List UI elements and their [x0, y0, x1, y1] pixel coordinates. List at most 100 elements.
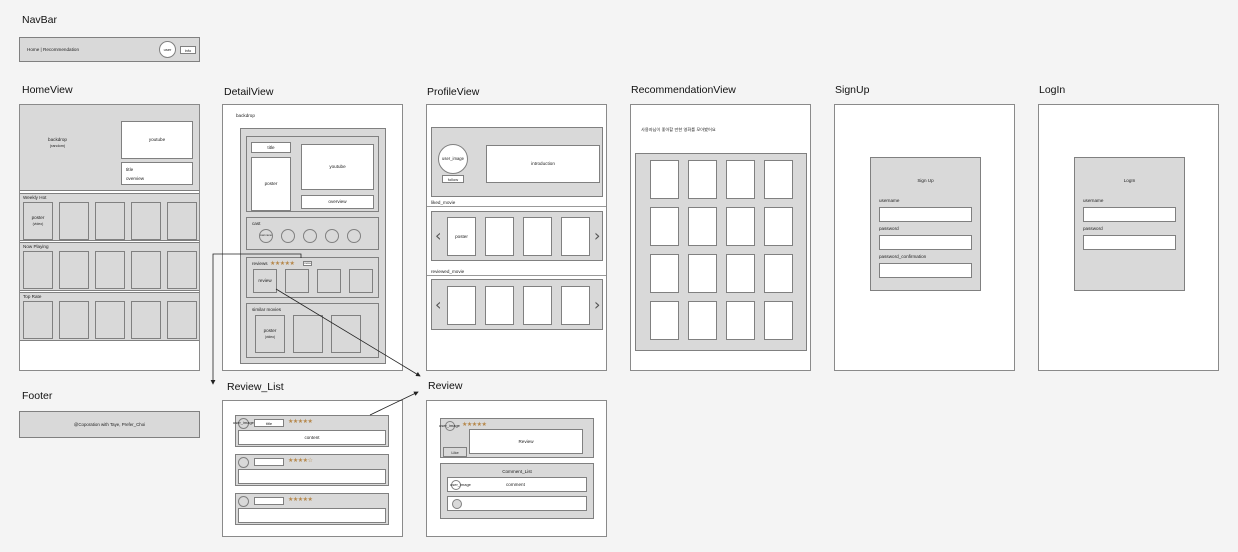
poster-card[interactable] — [23, 301, 53, 339]
recommended-movie-card[interactable] — [764, 207, 793, 246]
comment-list: Comment_List user_image comment — [440, 463, 594, 519]
comment-text: comment — [506, 482, 525, 487]
footer-bar: @Coporation with Taye, Prefer_Choi — [19, 411, 200, 438]
review-stars: ★★★★★ — [462, 422, 487, 428]
home-youtube[interactable]: youtube — [121, 121, 193, 159]
recommended-movie-card[interactable] — [726, 254, 755, 293]
cast-avatar[interactable] — [303, 229, 317, 243]
poster-card[interactable] — [131, 251, 161, 289]
detail-reviews-card: reviews ★★★★★ more review — [246, 257, 379, 298]
signup-form: Sign Up username password password_confi… — [870, 157, 981, 291]
poster-card[interactable] — [167, 202, 197, 240]
chevron-left-icon[interactable]: ‹ — [435, 297, 441, 313]
liked-poster[interactable] — [523, 217, 552, 256]
footer-title: Footer — [22, 390, 53, 402]
liked-poster[interactable] — [485, 217, 514, 256]
liked-poster[interactable]: poster — [447, 217, 476, 256]
poster-card[interactable]: poster (video) — [23, 202, 53, 240]
review-list-item[interactable]: ★★★★☆ — [235, 454, 389, 486]
info-button[interactable]: info — [180, 46, 196, 54]
like-button[interactable]: Like — [443, 447, 467, 457]
similar-poster[interactable]: poster (video) — [255, 315, 285, 353]
recommended-movie-card[interactable] — [688, 160, 717, 199]
username-input[interactable] — [1083, 207, 1176, 222]
home-view-title: HomeView — [22, 84, 73, 96]
review-card[interactable] — [317, 269, 341, 293]
similar-label: similar movies — [252, 307, 282, 312]
review-content-box: content — [238, 430, 386, 445]
user-avatar[interactable]: user — [159, 41, 176, 58]
navbar-frame: Home | Recommendation user info — [19, 37, 200, 62]
navbar-links[interactable]: Home | Recommendation — [27, 47, 79, 53]
recommended-movie-card[interactable] — [726, 207, 755, 246]
recommended-movie-card[interactable] — [650, 301, 679, 340]
review-list-frame: user_image title ★★★★★ content ★★★★☆ ★★★… — [222, 400, 403, 537]
recommendation-view-title: RecommendationView — [631, 84, 736, 96]
reviewed-poster[interactable] — [485, 286, 514, 325]
poster-card[interactable] — [59, 251, 89, 289]
recommended-movie-card[interactable] — [650, 254, 679, 293]
review-title-box — [254, 458, 284, 466]
recommendation-text: 사용자님이 좋아할 만한 영화를 모아봤어요 — [641, 127, 716, 132]
chevron-left-icon[interactable]: ‹ — [435, 228, 441, 244]
detail-youtube-box[interactable]: youtube — [301, 144, 374, 190]
username-input[interactable] — [879, 207, 972, 222]
password-input[interactable] — [1083, 235, 1176, 250]
profile-view-title: ProfileView — [427, 86, 480, 98]
poster-card[interactable] — [23, 251, 53, 289]
recommended-movie-card[interactable] — [764, 301, 793, 340]
recommended-movie-card[interactable] — [688, 301, 717, 340]
follow-button[interactable]: follow — [442, 175, 464, 183]
poster-card[interactable] — [59, 202, 89, 240]
recommended-movie-card[interactable] — [650, 160, 679, 199]
password-confirmation-input[interactable] — [879, 263, 972, 278]
comment-item — [447, 496, 587, 511]
home-overview-label: overview — [126, 176, 145, 181]
poster-card[interactable] — [167, 251, 197, 289]
review-card[interactable] — [285, 269, 309, 293]
poster-card[interactable] — [131, 202, 161, 240]
similar-poster[interactable] — [331, 315, 361, 353]
similar-poster[interactable] — [293, 315, 323, 353]
password-label: password — [1083, 226, 1103, 231]
recommended-movie-card[interactable] — [650, 207, 679, 246]
profile-view-frame: user_image follow introduction liked_mov… — [426, 104, 607, 371]
poster-card[interactable] — [95, 202, 125, 240]
poster-card[interactable] — [59, 301, 89, 339]
reviewed-poster[interactable] — [561, 286, 590, 325]
cast-avatar[interactable] — [347, 229, 361, 243]
recommended-movie-card[interactable] — [726, 301, 755, 340]
more-button[interactable]: more — [303, 261, 312, 266]
cast-avatar[interactable] — [281, 229, 295, 243]
chevron-right-icon[interactable]: › — [594, 297, 600, 313]
recommended-movie-card[interactable] — [688, 207, 717, 246]
review-card[interactable] — [349, 269, 373, 293]
poster-card[interactable] — [167, 301, 197, 339]
review-list-item[interactable]: user_image title ★★★★★ content — [233, 415, 389, 447]
recommended-movie-card[interactable] — [688, 254, 717, 293]
poster-card[interactable] — [131, 301, 161, 339]
comment-item: user_image comment — [447, 477, 587, 492]
review-list-item[interactable]: ★★★★★ — [235, 493, 389, 525]
cast-avatar[interactable]: cast name — [259, 229, 273, 243]
recommended-movie-card[interactable] — [726, 160, 755, 199]
user-avatar — [452, 499, 462, 509]
detail-backdrop-label: backdrop — [236, 113, 255, 118]
recommended-movie-card[interactable] — [764, 160, 793, 199]
reviewed-poster[interactable] — [523, 286, 552, 325]
review-title: Review — [428, 380, 463, 392]
password-input[interactable] — [879, 235, 972, 250]
similar-poster-sub: (video) — [264, 335, 276, 339]
chevron-right-icon[interactable]: › — [594, 228, 600, 244]
divider — [427, 275, 606, 276]
recommended-movie-card[interactable] — [764, 254, 793, 293]
poster-card[interactable] — [95, 251, 125, 289]
detail-similar-card: similar movies poster (video) — [246, 303, 379, 358]
liked-poster[interactable] — [561, 217, 590, 256]
review-card[interactable]: review — [253, 269, 277, 293]
review-content-box — [238, 469, 386, 484]
reviews-label: reviews — [252, 261, 268, 266]
cast-avatar[interactable] — [325, 229, 339, 243]
reviewed-poster[interactable] — [447, 286, 476, 325]
poster-card[interactable] — [95, 301, 125, 339]
